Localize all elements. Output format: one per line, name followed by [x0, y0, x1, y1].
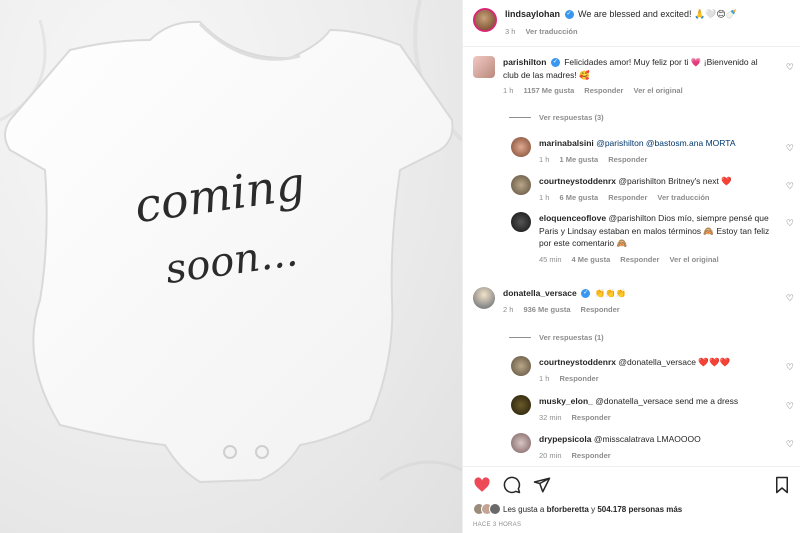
post-caption: lindsaylohan ✓ We are blessed and excite…	[473, 8, 790, 38]
reply-button[interactable]: Responder	[584, 85, 623, 98]
comment-like-heart-icon[interactable]: ♡	[786, 62, 794, 73]
onesie-illustration: coming soon...	[0, 0, 462, 484]
author-avatar[interactable]	[473, 8, 497, 32]
comment-text: @donatella_versace ❤️❤️❤️	[618, 357, 731, 367]
verified-icon: ✓	[581, 289, 591, 299]
reply-button[interactable]: Responder	[581, 304, 620, 317]
reply-button[interactable]: Responder	[572, 450, 611, 463]
comment-text: @parishilton Britney's next ❤️	[618, 176, 732, 186]
comment-likes[interactable]: 1157 Me gusta	[523, 85, 574, 98]
reply-button[interactable]: Responder	[608, 154, 647, 167]
bookmark-icon[interactable]	[773, 476, 791, 494]
comment-like-heart-icon[interactable]: ♡	[786, 439, 794, 450]
comment-username[interactable]: parishilton	[503, 57, 546, 67]
comment-username[interactable]: courtneystoddenrx	[539, 357, 616, 367]
comment-username[interactable]: drypepsicola	[539, 434, 591, 444]
comment-time: 1 h	[539, 373, 550, 383]
comment-time: 1 h	[503, 86, 514, 95]
reply-button[interactable]: Responder	[572, 412, 611, 425]
comment-likes[interactable]: 1 Me gusta	[559, 154, 598, 167]
comment-icon[interactable]	[503, 476, 521, 494]
see-original-link[interactable]: Ver el original	[633, 85, 682, 98]
comment-time: 45 min	[539, 254, 562, 264]
see-original-link[interactable]: Ver el original	[669, 254, 718, 267]
post-timestamp: HACE 3 HORAS	[473, 522, 522, 528]
share-icon[interactable]	[533, 476, 551, 494]
comment-username[interactable]: musky_elon_	[539, 396, 593, 406]
comment-time: 2 h	[503, 304, 514, 314]
comment-item: parishilton ✓ Felicidades amor! Muy feli…	[473, 56, 783, 98]
comment-time: 1 h	[539, 192, 550, 202]
comment-username[interactable]: marinabalsini	[539, 138, 594, 148]
reply-item: drypepsicola @misscalatrava LMAOOOO 20 m…	[511, 433, 781, 462]
comment-like-heart-icon[interactable]: ♡	[786, 181, 794, 192]
comment-time: 1 h	[539, 154, 550, 164]
heart-icon[interactable]	[473, 476, 491, 494]
comment-username[interactable]: donatella_versace	[503, 288, 577, 298]
comment-avatar[interactable]	[511, 395, 531, 415]
likes-user[interactable]: bforberetta	[547, 505, 589, 514]
comment-like-heart-icon[interactable]: ♡	[786, 401, 794, 412]
comments-panel: lindsaylohan ✓ We are blessed and excite…	[462, 0, 800, 533]
reply-button[interactable]: Responder	[608, 192, 647, 205]
divider	[463, 46, 800, 47]
comment-likes[interactable]: 936 Me gusta	[523, 304, 570, 317]
comment-avatar[interactable]	[511, 356, 531, 376]
comment-avatar[interactable]	[511, 212, 531, 232]
comment-like-heart-icon[interactable]: ♡	[786, 293, 794, 304]
comment-username[interactable]: courtneystoddenrx	[539, 176, 616, 186]
reply-item: courtneystoddenrx @donatella_versace ❤️❤…	[511, 356, 781, 385]
comment-item: donatella_versace ✓ 👏👏👏 2 h 936 Me gusta…	[473, 287, 783, 316]
verified-icon: ✓	[550, 58, 560, 68]
reply-item: courtneystoddenrx @parishilton Britney's…	[511, 175, 781, 204]
comment-text: @misscalatrava LMAOOOO	[593, 434, 701, 444]
post-photo[interactable]: coming soon...	[0, 0, 462, 533]
comment-likes[interactable]: 6 Me gusta	[559, 192, 598, 205]
view-replies-button[interactable]: Ver respuestas (3)	[509, 113, 604, 122]
likes-count[interactable]: 504.178 personas más	[597, 505, 682, 514]
reply-item: eloquenceoflove @parishilton Dios mío, s…	[511, 212, 781, 266]
likes-mid: y	[591, 504, 596, 514]
comment-avatar[interactable]	[473, 287, 495, 309]
reply-item: musky_elon_ @donatella_versace send me a…	[511, 395, 781, 424]
comment-username[interactable]: eloquenceoflove	[539, 213, 606, 223]
comment-avatar[interactable]	[511, 137, 531, 157]
caption-text: We are blessed and excited! 🙏🤍😊🍼	[578, 9, 737, 19]
comment-text: @donatella_versace send me a dress	[595, 396, 739, 406]
likes-summary[interactable]: Les gusta a bforberetta y 504.178 person…	[473, 503, 682, 515]
reply-item: marinabalsini @parishilton @bastosm.ana …	[511, 137, 781, 166]
comment-text: @parishilton @bastosm.ana MORTA	[596, 138, 736, 148]
author-username[interactable]: lindsaylohan	[505, 9, 560, 19]
divider	[463, 466, 800, 467]
comment-avatar[interactable]	[473, 56, 495, 78]
liker-avatars	[473, 503, 501, 515]
comment-like-heart-icon[interactable]: ♡	[786, 362, 794, 373]
comment-time: 20 min	[539, 450, 562, 460]
verified-icon: ✓	[564, 10, 574, 20]
comment-text: 👏👏👏	[594, 288, 627, 298]
translate-link[interactable]: Ver traducción	[525, 25, 577, 38]
reply-button[interactable]: Responder	[620, 254, 659, 267]
caption-time: 3 h	[505, 27, 516, 36]
comment-avatar[interactable]	[511, 175, 531, 195]
translate-link[interactable]: Ver traducción	[657, 192, 709, 205]
post-action-bar	[473, 474, 791, 496]
comment-like-heart-icon[interactable]: ♡	[786, 218, 794, 229]
comment-like-heart-icon[interactable]: ♡	[786, 143, 794, 154]
likes-prefix: Les gusta a	[503, 504, 545, 514]
comment-likes[interactable]: 4 Me gusta	[572, 254, 611, 267]
view-replies-button[interactable]: Ver respuestas (1)	[509, 333, 604, 342]
comment-avatar[interactable]	[511, 433, 531, 453]
comment-time: 32 min	[539, 412, 562, 422]
reply-button[interactable]: Responder	[559, 373, 598, 386]
